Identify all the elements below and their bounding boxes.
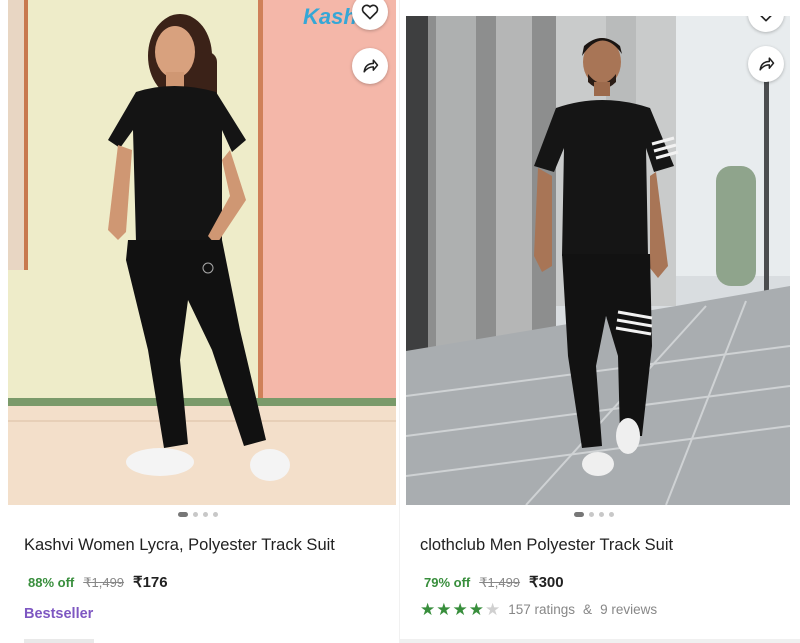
product-card-kashvi[interactable]: Kashvi Kashvi Women Lycra, Polyester Tra… — [0, 0, 400, 643]
rating-separator: & — [583, 602, 593, 617]
discount-label: 79% off — [424, 575, 471, 590]
carousel-dot — [589, 512, 594, 517]
bestseller-badge: Bestseller — [24, 606, 94, 622]
product-image[interactable]: Kashvi — [8, 0, 396, 505]
rating-count: 157 ratings — [508, 602, 576, 617]
image-carousel-dots — [178, 512, 218, 517]
price-row: 88% off ₹1,499 ₹176 — [28, 573, 168, 591]
share-icon — [759, 57, 775, 71]
image-carousel-dots — [574, 512, 614, 517]
rating-stars: ★ ★ ★ ★ ★ — [420, 601, 500, 618]
product-card-clothclub[interactable]: clothclub Men Polyester Track Suit 79% o… — [400, 0, 800, 643]
product-title[interactable]: Kashvi Women Lycra, Polyester Track Suit — [24, 536, 335, 555]
star-full-icon: ★ — [452, 600, 468, 619]
star-full-icon: ★ — [420, 600, 436, 619]
product-photo-men-tracksuit — [406, 16, 790, 505]
mrp-price: ₹1,499 — [83, 575, 125, 590]
carousel-dot — [599, 512, 604, 517]
partial-content-strip — [400, 639, 800, 643]
partial-content-strip — [24, 639, 94, 643]
star-full-icon: ★ — [436, 600, 452, 619]
product-photo-women-tracksuit: Kashvi — [8, 0, 396, 505]
price-row: 79% off ₹1,499 ₹300 — [424, 573, 564, 591]
share-icon — [363, 59, 379, 73]
rating-row[interactable]: ★ ★ ★ ★ ★ 157 ratings & 9 reviews — [420, 601, 657, 618]
carousel-dot-active — [574, 512, 584, 517]
star-empty-icon: ★ — [485, 600, 501, 619]
selling-price: ₹300 — [529, 574, 564, 591]
carousel-dot — [203, 512, 208, 517]
heart-icon — [361, 4, 379, 20]
carousel-dot — [213, 512, 218, 517]
share-button[interactable] — [352, 48, 388, 84]
share-button[interactable] — [748, 46, 784, 82]
review-count: 9 reviews — [600, 602, 658, 617]
carousel-dot — [193, 512, 198, 517]
heart-icon — [760, 16, 772, 22]
discount-label: 88% off — [28, 575, 75, 590]
carousel-dot — [609, 512, 614, 517]
product-title[interactable]: clothclub Men Polyester Track Suit — [420, 536, 673, 555]
product-image[interactable] — [406, 16, 790, 505]
carousel-dot-active — [178, 512, 188, 517]
star-full-icon: ★ — [468, 600, 484, 619]
selling-price: ₹176 — [133, 574, 168, 591]
mrp-price: ₹1,499 — [479, 575, 521, 590]
